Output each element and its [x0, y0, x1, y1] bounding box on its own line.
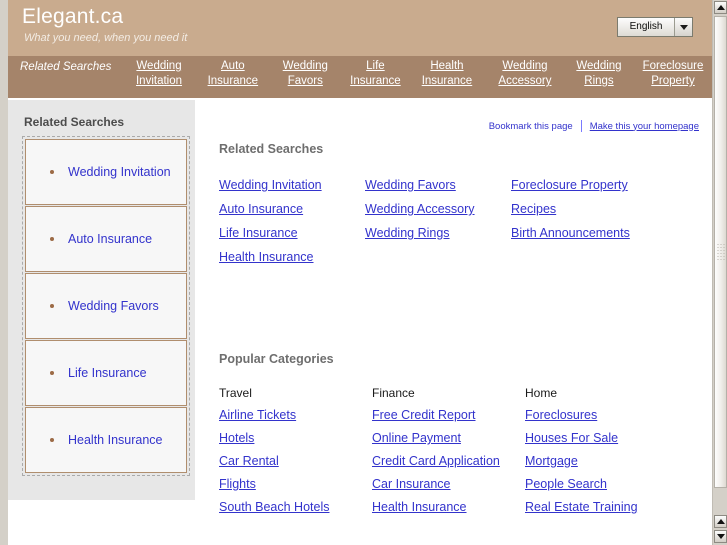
category-column-travel: Travel Airline Tickets Hotels Car Rental…: [219, 386, 372, 523]
related-searches-heading: Related Searches: [219, 142, 324, 156]
related-link-wedding-favors[interactable]: Wedding Favors: [365, 178, 456, 192]
category-link-credit-card-application[interactable]: Credit Card Application: [372, 454, 525, 468]
language-select-value: English: [629, 21, 663, 32]
scrollbar-thumb[interactable]: [714, 16, 727, 488]
divider: [580, 120, 582, 132]
related-link-recipes[interactable]: Recipes: [511, 202, 556, 216]
category-link-car-rental[interactable]: Car Rental: [219, 454, 372, 468]
category-column-finance: Finance Free Credit Report Online Paymen…: [372, 386, 525, 523]
nav-item-life-insurance[interactable]: Life Insurance: [343, 59, 408, 89]
page-root: Elegant.ca What you need, when you need …: [0, 0, 712, 545]
nav-item-wedding-accessory[interactable]: Wedding Accessory: [486, 59, 564, 89]
sidebar-item-list: Wedding Invitation Auto Insurance Weddin…: [22, 136, 190, 476]
category-link-hotels[interactable]: Hotels: [219, 431, 372, 445]
popular-categories-heading: Popular Categories: [219, 352, 334, 366]
related-link-birth-announcements[interactable]: Birth Announcements: [511, 226, 630, 240]
scroll-up-button[interactable]: [714, 1, 727, 14]
category-link-health-insurance[interactable]: Health Insurance: [372, 500, 525, 514]
bullet-icon: [50, 237, 54, 241]
main-content: Bookmark this page Make this your homepa…: [205, 100, 705, 545]
sidebar-item-life-insurance[interactable]: Life Insurance: [25, 340, 187, 406]
related-link-wedding-invitation[interactable]: Wedding Invitation: [219, 178, 322, 192]
nav-bar-items: Wedding Invitation Auto Insurance Weddin…: [120, 59, 712, 89]
arrow-up-icon: [716, 5, 725, 10]
language-select[interactable]: English: [617, 17, 693, 37]
site-header: Elegant.ca What you need, when you need …: [8, 0, 712, 56]
category-column-home: Home Foreclosures Houses For Sale Mortga…: [525, 386, 709, 523]
site-title: Elegant.ca: [22, 5, 124, 28]
sidebar-item-wedding-favors[interactable]: Wedding Favors: [25, 273, 187, 339]
bookmark-this-page-link[interactable]: Bookmark this page: [489, 121, 573, 132]
grip-icon: [717, 244, 724, 260]
nav-bar: Related Searches Wedding Invitation Auto…: [8, 56, 712, 98]
popular-categories-columns: Travel Airline Tickets Hotels Car Rental…: [219, 386, 709, 523]
category-link-mortgage[interactable]: Mortgage: [525, 454, 709, 468]
category-title-travel: Travel: [219, 386, 252, 400]
scroll-down-button[interactable]: [714, 530, 727, 543]
category-title-home: Home: [525, 386, 558, 400]
sidebar-item-label: Auto Insurance: [68, 232, 153, 246]
category-link-car-insurance[interactable]: Car Insurance: [372, 477, 525, 491]
sidebar: Related Searches Wedding Invitation Auto…: [8, 100, 195, 500]
nav-item-health-insurance[interactable]: Health Insurance: [408, 59, 486, 89]
related-searches-grid: Wedding Invitation Wedding Favors Forecl…: [219, 178, 699, 264]
category-link-airline-tickets[interactable]: Airline Tickets: [219, 408, 372, 422]
make-homepage-link[interactable]: Make this your homepage: [590, 121, 699, 132]
nav-item-wedding-rings[interactable]: Wedding Rings: [564, 59, 634, 89]
category-link-houses-for-sale[interactable]: Houses For Sale: [525, 431, 709, 445]
arrow-down-icon: [716, 534, 725, 539]
category-link-people-search[interactable]: People Search: [525, 477, 709, 491]
nav-item-wedding-invitation[interactable]: Wedding Invitation: [120, 59, 198, 89]
sidebar-title: Related Searches: [24, 115, 125, 129]
related-link-auto-insurance[interactable]: Auto Insurance: [219, 202, 303, 216]
sidebar-item-wedding-invitation[interactable]: Wedding Invitation: [25, 139, 187, 205]
category-link-flights[interactable]: Flights: [219, 477, 372, 491]
arrow-up-icon: [716, 519, 725, 524]
vertical-scrollbar[interactable]: [712, 0, 727, 545]
bullet-icon: [50, 371, 54, 375]
sidebar-item-label: Wedding Favors: [68, 299, 159, 313]
nav-item-foreclosure-property[interactable]: Foreclosure Property: [634, 59, 712, 89]
nav-item-wedding-favors[interactable]: Wedding Favors: [268, 59, 343, 89]
sidebar-item-health-insurance[interactable]: Health Insurance: [25, 407, 187, 473]
scroll-up-button-bottom[interactable]: [714, 515, 727, 528]
nav-item-auto-insurance[interactable]: Auto Insurance: [198, 59, 268, 89]
related-link-life-insurance[interactable]: Life Insurance: [219, 226, 298, 240]
category-link-real-estate-training[interactable]: Real Estate Training: [525, 500, 709, 514]
left-gutter: [0, 0, 8, 545]
nav-bar-label: Related Searches: [20, 61, 112, 73]
bullet-icon: [50, 170, 54, 174]
utility-links: Bookmark this page Make this your homepa…: [489, 120, 699, 132]
bullet-icon: [50, 304, 54, 308]
chevron-down-icon[interactable]: [674, 18, 692, 36]
sidebar-item-label: Life Insurance: [68, 366, 147, 380]
category-link-online-payment[interactable]: Online Payment: [372, 431, 525, 445]
category-link-free-credit-report[interactable]: Free Credit Report: [372, 408, 525, 422]
category-link-south-beach-hotels[interactable]: South Beach Hotels: [219, 500, 372, 514]
sidebar-item-auto-insurance[interactable]: Auto Insurance: [25, 206, 187, 272]
related-link-health-insurance[interactable]: Health Insurance: [219, 250, 314, 264]
sidebar-item-label: Wedding Invitation: [68, 165, 171, 179]
sidebar-item-label: Health Insurance: [68, 433, 163, 447]
related-link-wedding-rings[interactable]: Wedding Rings: [365, 226, 450, 240]
related-link-foreclosure-property[interactable]: Foreclosure Property: [511, 178, 628, 192]
site-tagline: What you need, when you need it: [24, 32, 188, 44]
category-title-finance: Finance: [372, 386, 415, 400]
category-link-foreclosures[interactable]: Foreclosures: [525, 408, 709, 422]
related-link-wedding-accessory[interactable]: Wedding Accessory: [365, 202, 475, 216]
bullet-icon: [50, 438, 54, 442]
